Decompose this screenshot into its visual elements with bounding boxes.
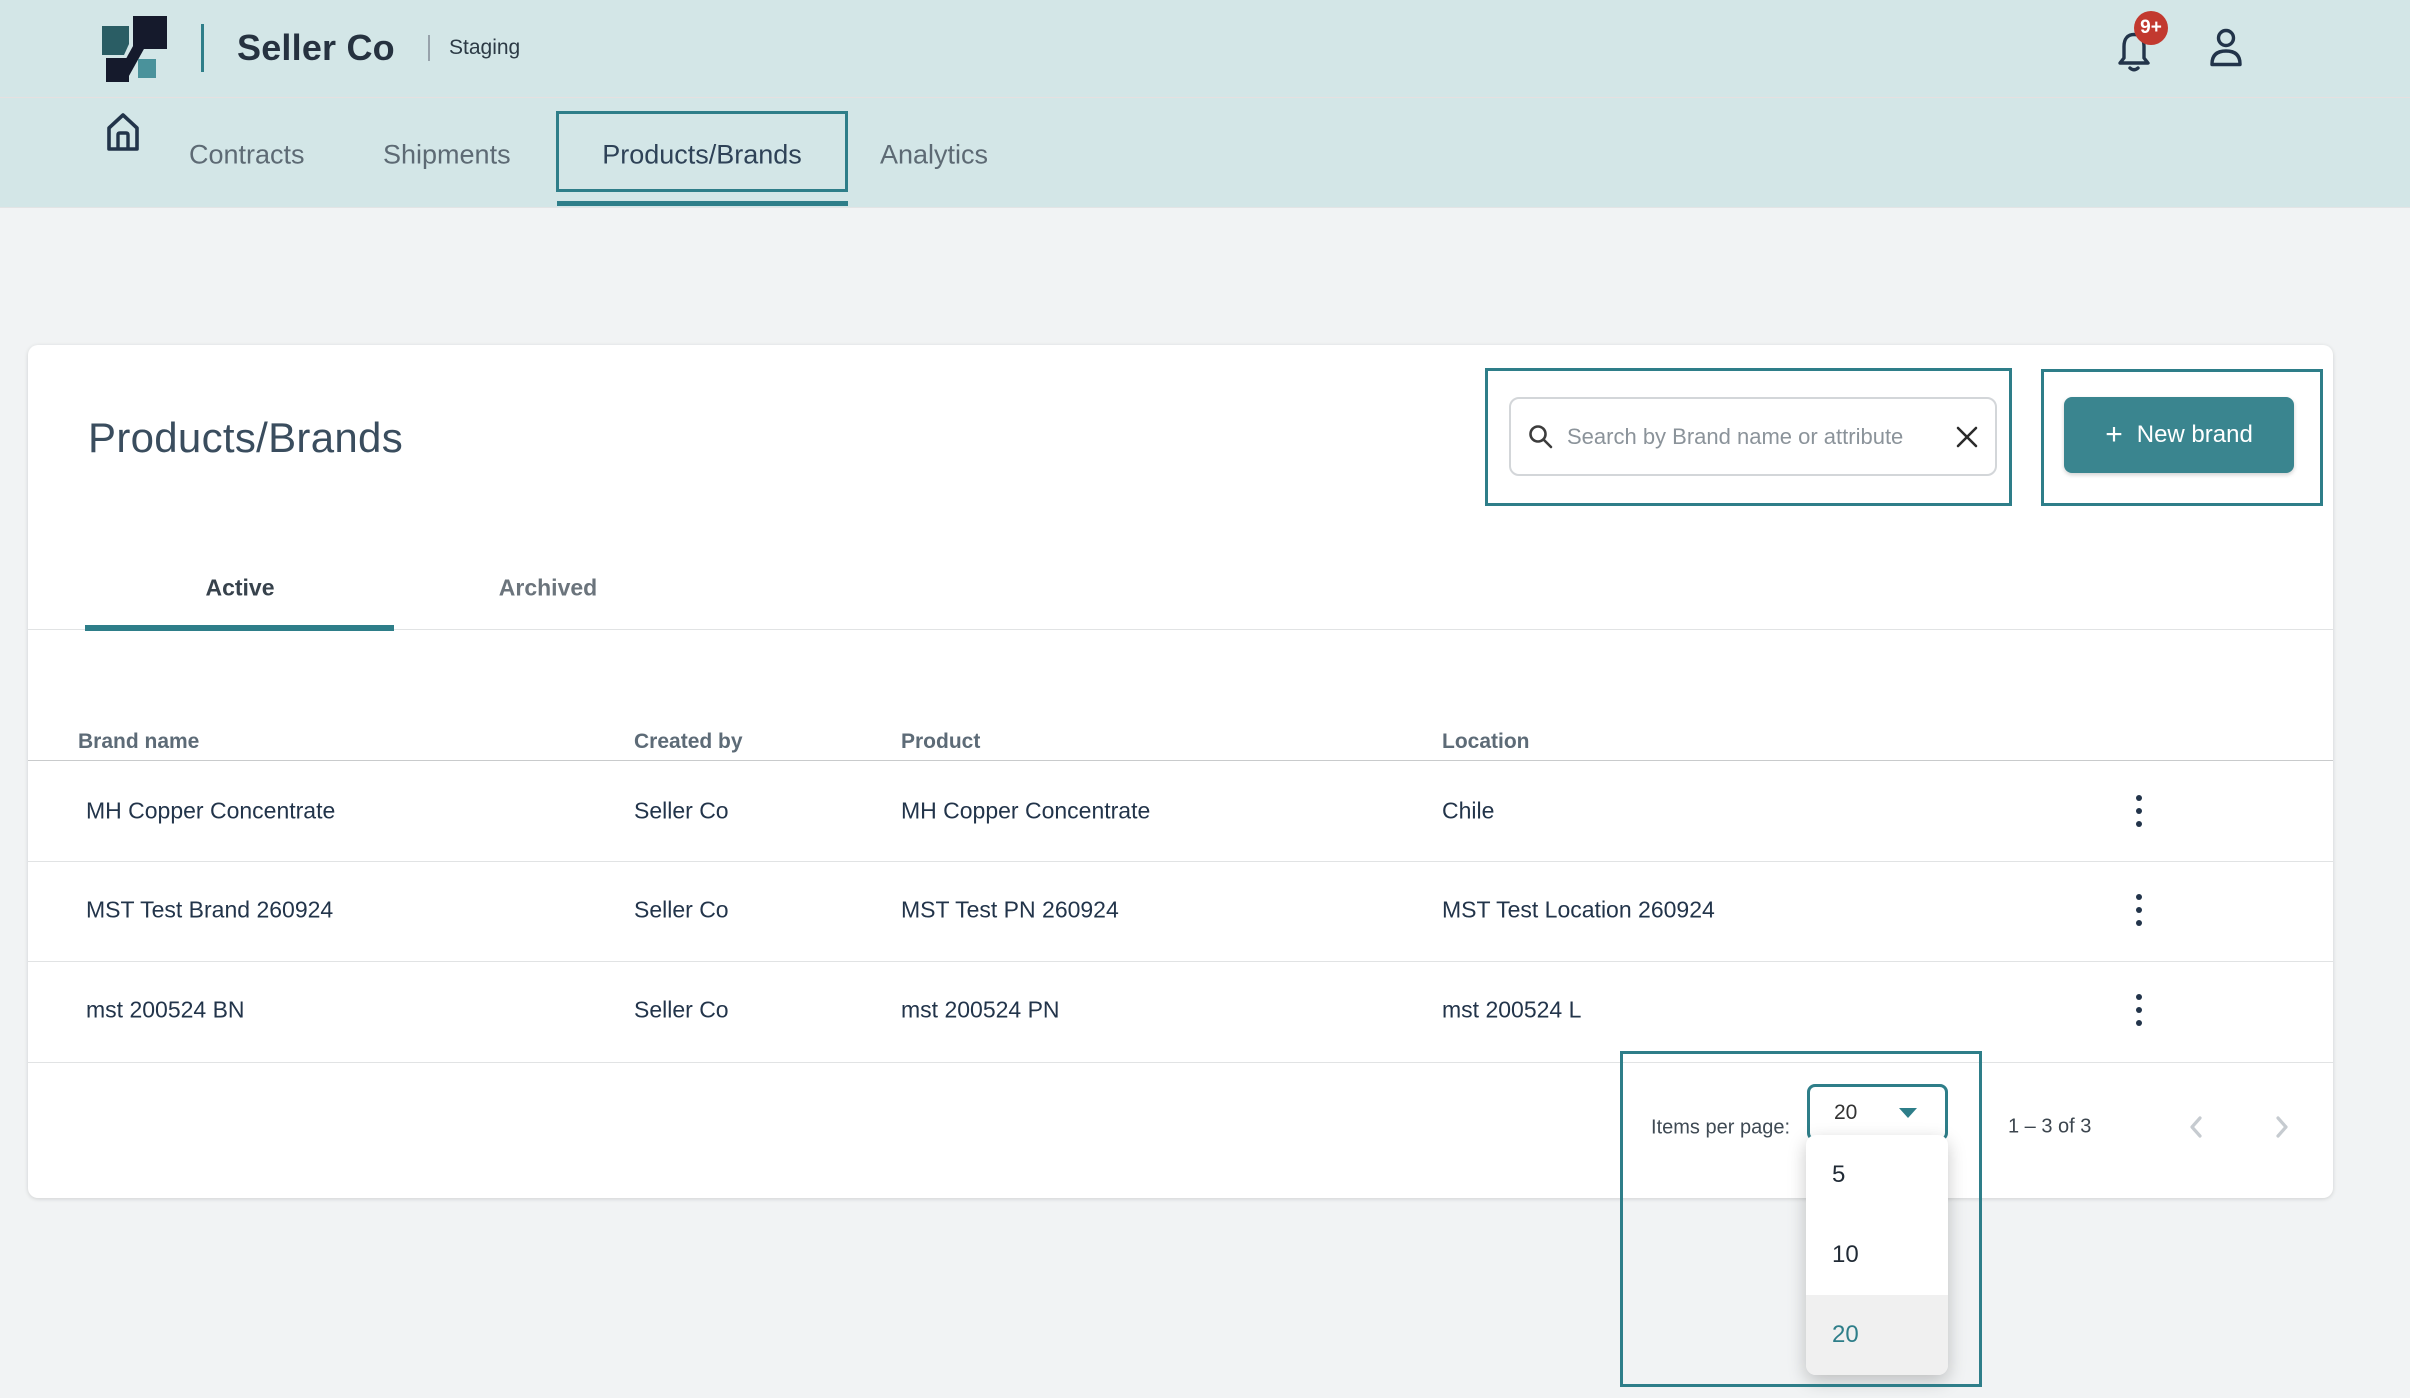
menu-option-5[interactable]: 5	[1806, 1135, 1948, 1215]
column-header-brand-name: Brand name	[78, 730, 199, 754]
nav-home-button[interactable]	[100, 106, 150, 160]
menu-option-20[interactable]: 20	[1806, 1295, 1948, 1375]
home-icon	[100, 106, 146, 158]
company-logo-icon	[101, 15, 169, 83]
row-divider	[28, 961, 2333, 962]
cell-brand-name: MST Test Brand 260924	[86, 897, 333, 924]
cell-location: Chile	[1442, 798, 1494, 825]
cell-brand-name: mst 200524 BN	[86, 997, 245, 1024]
cell-location: MST Test Location 260924	[1442, 897, 1715, 924]
environment-label: Staging	[449, 36, 520, 60]
row-actions-menu-button[interactable]	[2130, 789, 2148, 833]
nav-item-products-brands[interactable]: Products/Brands	[602, 140, 802, 171]
items-per-page-label: Items per page:	[1651, 1117, 1790, 1140]
plus-icon: +	[2105, 420, 2123, 450]
nav-item-shipments[interactable]: Shipments	[383, 140, 511, 171]
active-nav-underline	[557, 201, 848, 206]
notifications-button[interactable]: 9+	[2110, 20, 2180, 82]
cell-created-by: Seller Co	[634, 798, 729, 825]
new-brand-button[interactable]: + New brand	[2064, 397, 2294, 473]
brand-search-field	[1509, 397, 1997, 476]
table-header-divider	[28, 760, 2333, 761]
column-header-location: Location	[1442, 730, 1530, 754]
new-brand-label: New brand	[2137, 421, 2253, 449]
cell-product: MH Copper Concentrate	[901, 798, 1150, 825]
cell-brand-name: MH Copper Concentrate	[86, 798, 335, 825]
row-actions-menu-button[interactable]	[2130, 888, 2148, 932]
search-input[interactable]	[1565, 423, 1945, 451]
table-footer-divider	[28, 1062, 2333, 1063]
clear-search-icon[interactable]	[1955, 425, 1979, 449]
top-header-bar: Seller Co Staging 9+	[0, 0, 2410, 98]
account-button[interactable]	[2200, 22, 2254, 78]
cell-created-by: Seller Co	[634, 897, 729, 924]
main-nav-bar: Contracts Shipments Products/Brands Anal…	[0, 98, 2410, 207]
cell-created-by: Seller Co	[634, 997, 729, 1024]
cell-location: mst 200524 L	[1442, 997, 1581, 1024]
brand-name: Seller Co	[237, 27, 395, 69]
nav-item-contracts[interactable]: Contracts	[189, 140, 305, 171]
column-header-product: Product	[901, 730, 980, 754]
pagination-range: 1 – 3 of 3	[2008, 1116, 2091, 1139]
row-divider	[28, 861, 2333, 862]
brand-env-divider	[428, 35, 430, 61]
next-page-chevron-icon[interactable]	[2266, 1112, 2296, 1142]
column-header-created-by: Created by	[634, 730, 743, 754]
person-icon	[2204, 26, 2248, 72]
tab-active[interactable]: Active	[205, 575, 274, 602]
logo-divider	[201, 24, 204, 72]
previous-page-chevron-icon[interactable]	[2182, 1112, 2212, 1142]
items-per-page-value: 20	[1834, 1101, 1857, 1125]
nav-item-analytics[interactable]: Analytics	[880, 140, 988, 171]
items-per-page-select[interactable]: 20	[1807, 1084, 1948, 1141]
cell-product: mst 200524 PN	[901, 997, 1060, 1024]
chevron-down-icon	[1899, 1108, 1917, 1118]
menu-option-10[interactable]: 10	[1806, 1215, 1948, 1295]
cell-product: MST Test PN 260924	[901, 897, 1119, 924]
search-icon	[1527, 423, 1555, 451]
items-per-page-menu: 5 10 20	[1806, 1135, 1948, 1375]
active-tab-underline	[85, 625, 394, 631]
tab-archived[interactable]: Archived	[499, 575, 597, 602]
app-window: Seller Co Staging 9+ Contracts	[0, 0, 2410, 1398]
notification-badge: 9+	[2134, 11, 2168, 45]
page-title: Products/Brands	[88, 414, 403, 462]
row-actions-menu-button[interactable]	[2130, 988, 2148, 1032]
